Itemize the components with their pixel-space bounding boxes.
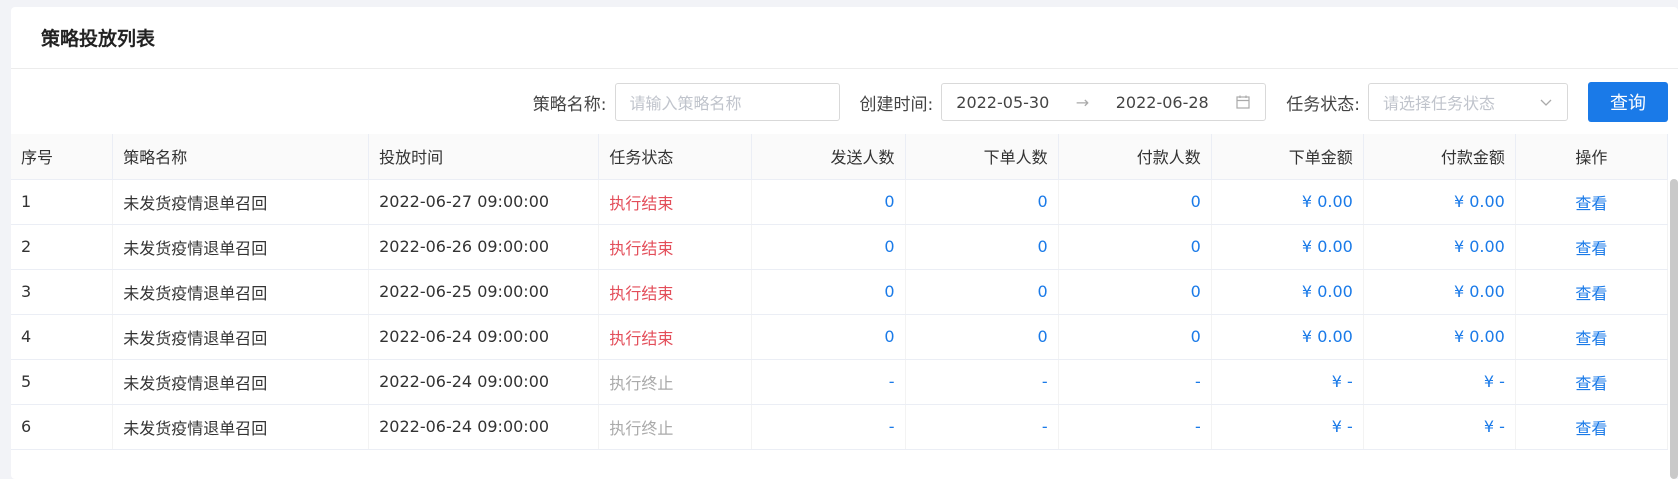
table-row: 1 未发货疫情退单召回 2022-06-27 09:00:00 执行结束 0 0… [11, 179, 1668, 225]
cell-order-amount: ¥ - [1211, 359, 1364, 405]
cell-name: 未发货疫情退单召回 [112, 269, 370, 315]
cell-orders: 0 [905, 224, 1059, 270]
date-filter-label: 创建时间: [859, 94, 934, 115]
col-header-sent: 发送人数 [751, 134, 906, 180]
table-row: 5 未发货疫情退单召回 2022-06-24 09:00:00 执行终止 - -… [11, 359, 1668, 405]
cell-pay-amount: ¥ 0.00 [1363, 269, 1516, 315]
cell-order-amount: ¥ 0.00 [1211, 314, 1364, 360]
cell-order-amount: ¥ 0.00 [1211, 224, 1364, 270]
card-title: 策略投放列表 [11, 7, 1678, 69]
name-filter-label: 策略名称: [532, 94, 607, 115]
cell-sent: 0 [751, 179, 906, 225]
cell-status: 执行结束 [598, 224, 753, 270]
cell-index: 4 [11, 314, 114, 360]
strategy-name-input[interactable]: 请输入策略名称 [614, 83, 840, 121]
view-link[interactable]: 查看 [1575, 374, 1607, 393]
cell-order-amount: ¥ - [1211, 404, 1364, 450]
cell-orders: 0 [905, 269, 1059, 315]
cell-pay-amount: ¥ 0.00 [1363, 224, 1516, 270]
col-header-status: 任务状态 [598, 134, 753, 180]
view-link[interactable]: 查看 [1575, 194, 1607, 213]
col-header-pay-amount: 付款金额 [1363, 134, 1516, 180]
cell-pay-amount: ¥ - [1363, 359, 1516, 405]
cell-sent: - [751, 359, 906, 405]
cell-time: 2022-06-24 09:00:00 [368, 404, 600, 450]
cell-status: 执行终止 [598, 359, 753, 405]
cell-index: 2 [11, 224, 114, 270]
strategy-table: 序号 策略名称 投放时间 任务状态 发送人数 下单人数 付款人数 下单金额 付款… [11, 134, 1668, 450]
cell-index: 5 [11, 359, 114, 405]
date-start[interactable]: 2022-05-30 [956, 93, 1049, 112]
cell-pay-amount: ¥ 0.00 [1363, 314, 1516, 360]
col-header-name: 策略名称 [112, 134, 370, 180]
strategy-table-container: 序号 策略名称 投放时间 任务状态 发送人数 下单人数 付款人数 下单金额 付款… [11, 134, 1668, 479]
cell-pay-amount: ¥ 0.00 [1363, 179, 1516, 225]
table-row: 2 未发货疫情退单召回 2022-06-26 09:00:00 执行结束 0 0… [11, 224, 1668, 270]
table-row: 4 未发货疫情退单召回 2022-06-24 09:00:00 执行结束 0 0… [11, 314, 1668, 360]
table-row: 6 未发货疫情退单召回 2022-06-24 09:00:00 执行终止 - -… [11, 404, 1668, 450]
col-header-order-amount: 下单金额 [1211, 134, 1364, 180]
cell-index: 3 [11, 269, 114, 315]
cell-name: 未发货疫情退单召回 [112, 179, 370, 225]
strategy-name-placeholder: 请输入策略名称 [629, 94, 742, 113]
col-header-orders: 下单人数 [905, 134, 1059, 180]
vertical-scrollbar[interactable] [1670, 179, 1678, 479]
cell-orders: 0 [905, 314, 1059, 360]
strategy-list-card: 策略投放列表 策略名称: 请输入策略名称 创建时间: 2022-05-30 → … [11, 7, 1678, 479]
cell-order-amount: ¥ 0.00 [1211, 269, 1364, 315]
cell-order-amount: ¥ 0.00 [1211, 179, 1364, 225]
cell-name: 未发货疫情退单召回 [112, 359, 370, 405]
cell-orders: 0 [905, 179, 1059, 225]
cell-orders: - [905, 359, 1059, 405]
cell-name: 未发货疫情退单召回 [112, 314, 370, 360]
table-row: 3 未发货疫情退单召回 2022-06-25 09:00:00 执行结束 0 0… [11, 269, 1668, 315]
cell-time: 2022-06-24 09:00:00 [368, 314, 600, 360]
cell-payers: - [1058, 404, 1212, 450]
chevron-down-icon [1539, 95, 1553, 109]
cell-status: 执行终止 [598, 404, 753, 450]
cell-status: 执行结束 [598, 179, 753, 225]
cell-sent: - [751, 404, 906, 450]
date-end[interactable]: 2022-06-28 [1116, 93, 1209, 112]
cell-time: 2022-06-26 09:00:00 [368, 224, 600, 270]
view-link[interactable]: 查看 [1575, 419, 1607, 438]
col-header-action: 操作 [1515, 134, 1668, 180]
cell-time: 2022-06-24 09:00:00 [368, 359, 600, 405]
col-header-time: 投放时间 [368, 134, 600, 180]
cell-payers: 0 [1058, 224, 1212, 270]
calendar-icon [1235, 94, 1251, 110]
cell-payers: - [1058, 359, 1212, 405]
cell-payers: 0 [1058, 179, 1212, 225]
task-status-placeholder: 请选择任务状态 [1383, 94, 1496, 113]
table-header-row: 序号 策略名称 投放时间 任务状态 发送人数 下单人数 付款人数 下单金额 付款… [11, 134, 1668, 180]
cell-sent: 0 [751, 224, 906, 270]
cell-name: 未发货疫情退单召回 [112, 404, 370, 450]
filter-toolbar: 策略名称: 请输入策略名称 创建时间: 2022-05-30 → 2022-06… [533, 82, 1678, 122]
view-link[interactable]: 查看 [1575, 239, 1607, 258]
cell-status: 执行结束 [598, 269, 753, 315]
view-link[interactable]: 查看 [1575, 329, 1607, 348]
cell-time: 2022-06-27 09:00:00 [368, 179, 600, 225]
cell-sent: 0 [751, 269, 906, 315]
cell-index: 1 [11, 179, 114, 225]
cell-payers: 0 [1058, 314, 1212, 360]
col-header-index: 序号 [11, 134, 114, 180]
cell-index: 6 [11, 404, 114, 450]
cell-name: 未发货疫情退单召回 [112, 224, 370, 270]
cell-sent: 0 [751, 314, 906, 360]
date-range-picker[interactable]: 2022-05-30 → 2022-06-28 [941, 83, 1267, 121]
col-header-payers: 付款人数 [1058, 134, 1212, 180]
cell-payers: 0 [1058, 269, 1212, 315]
task-status-select[interactable]: 请选择任务状态 [1368, 83, 1568, 121]
cell-pay-amount: ¥ - [1363, 404, 1516, 450]
cell-orders: - [905, 404, 1059, 450]
query-button[interactable]: 查询 [1588, 82, 1668, 122]
view-link[interactable]: 查看 [1575, 284, 1607, 303]
cell-status: 执行结束 [598, 314, 753, 360]
status-filter-label: 任务状态: [1286, 94, 1360, 115]
cell-time: 2022-06-25 09:00:00 [368, 269, 600, 315]
date-range-arrow-icon: → [1075, 92, 1090, 112]
